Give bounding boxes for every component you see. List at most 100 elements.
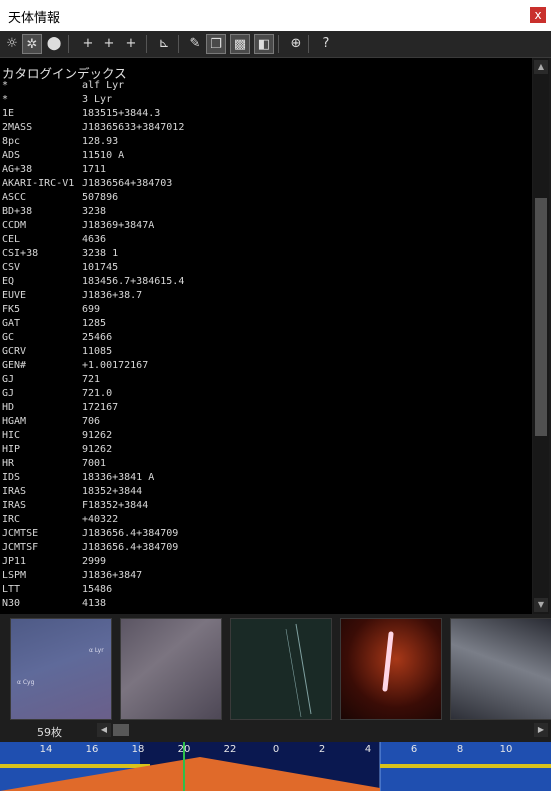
compass-icon[interactable]: ⊕ bbox=[286, 34, 306, 54]
catalog-key: HGAM bbox=[2, 416, 27, 427]
photo-count: 59枚 bbox=[37, 726, 62, 739]
catalog-value: 3238 1 bbox=[82, 248, 119, 259]
catalog-key: CSI+38 bbox=[2, 248, 39, 259]
scroll-down-button[interactable]: ▼ bbox=[534, 598, 548, 612]
catalog-value: J183656.4+384709 bbox=[82, 528, 179, 539]
catalog-value: 2999 bbox=[82, 556, 107, 567]
landscape-icon[interactable]: ▩ bbox=[230, 34, 250, 54]
title-bar: 天体情報 x bbox=[0, 0, 551, 32]
scroll-left-button[interactable]: ◀ bbox=[97, 723, 111, 737]
catalog-row: EUVE J1836+38.7 bbox=[0, 289, 532, 303]
catalog-row: N30 4138 bbox=[0, 597, 532, 611]
catalog-row: GJ 721.0 bbox=[0, 387, 532, 401]
toolbar-separator bbox=[308, 35, 309, 53]
toolbar-separator bbox=[278, 35, 279, 53]
crosshair-plus-icon[interactable]: + bbox=[99, 34, 119, 54]
thumbnail-label-alf-lyr: α Lyr bbox=[89, 647, 104, 654]
horizontal-scroll-thumb[interactable] bbox=[113, 724, 129, 736]
catalog-value: 3 Lyr bbox=[82, 94, 113, 105]
catalog-key: * bbox=[2, 94, 9, 105]
close-button[interactable]: x bbox=[530, 7, 546, 23]
catalog-value: +1.00172167 bbox=[82, 360, 149, 371]
catalog-row: IDS 18336+3841 A bbox=[0, 471, 532, 485]
vertical-scrollbar[interactable]: ▲ ▼ bbox=[533, 58, 549, 614]
target-x-icon[interactable]: ✲ bbox=[22, 34, 42, 54]
scroll-right-button[interactable]: ▶ bbox=[534, 723, 548, 737]
catalog-key: HIC bbox=[2, 430, 21, 441]
catalog-value: J1836564+384703 bbox=[82, 178, 173, 189]
catalog-key: HIP bbox=[2, 444, 21, 455]
catalog-key: N30 bbox=[2, 598, 21, 609]
catalog-value: +40322 bbox=[82, 514, 119, 525]
sky-photo-1[interactable]: α Lyr α Cyg bbox=[10, 618, 112, 720]
catalog-key: AG+38 bbox=[2, 164, 33, 175]
catalog-row: CSV 101745 bbox=[0, 261, 532, 275]
catalog-row: LTT 15486 bbox=[0, 583, 532, 597]
catalog-key: IRAS bbox=[2, 500, 27, 511]
catalog-value: 706 bbox=[82, 416, 101, 427]
catalog-value: 4138 bbox=[82, 598, 107, 609]
sun-icon[interactable]: ☼ bbox=[2, 34, 22, 54]
catalog-row: EQ 183456.7+384615.4 bbox=[0, 275, 532, 289]
scroll-up-button[interactable]: ▲ bbox=[534, 60, 548, 74]
hour-label: 20 bbox=[177, 744, 191, 755]
catalog-value: 15486 bbox=[82, 584, 113, 595]
catalog-key: HR bbox=[2, 458, 15, 469]
catalog-key: EUVE bbox=[2, 290, 27, 301]
toolbar-separator bbox=[68, 35, 69, 53]
catalog-value: J18369+3847A bbox=[82, 220, 155, 231]
catalog-key: CEL bbox=[2, 234, 21, 245]
catalog-row: 2MASS J18365633+3847012 bbox=[0, 121, 532, 135]
time-altitude-timeline[interactable]: 14 16 18 20 22 0 2 4 6 8 10 bbox=[0, 742, 551, 791]
sky-photo-4[interactable] bbox=[340, 618, 442, 720]
catalog-value: 183515+3844.3 bbox=[82, 108, 161, 119]
catalog-value: J18365633+3847012 bbox=[82, 122, 185, 133]
catalog-list: * alf Lyr * 3 Lyr 1E 183515+3844.3 2MASS J18365… bbox=[0, 79, 532, 611]
catalog-key: FK5 bbox=[2, 304, 21, 315]
catalog-index-panel: カタログインデックス * alf Lyr * 3 Lyr 1E 183515+3844.3… bbox=[0, 58, 532, 614]
help-icon[interactable]: ? bbox=[316, 34, 336, 54]
panel-icon[interactable]: ◧ bbox=[254, 34, 274, 54]
hour-label: 10 bbox=[499, 744, 513, 755]
catalog-row: IRAS 18352+3844 bbox=[0, 485, 532, 499]
photo-strip: α Lyr α Cyg bbox=[0, 614, 551, 720]
pencil-icon[interactable]: ✎ bbox=[185, 34, 205, 54]
hour-label: 6 bbox=[410, 744, 418, 755]
windows-icon[interactable]: ❐ bbox=[206, 34, 226, 54]
catalog-value: F18352+3844 bbox=[82, 500, 149, 511]
catalog-key: JCMTSF bbox=[2, 542, 39, 553]
catalog-value: alf Lyr bbox=[82, 80, 125, 91]
catalog-row: LSPM J1836+3847 bbox=[0, 569, 532, 583]
catalog-row: FK5 699 bbox=[0, 303, 532, 317]
sky-photo-3[interactable] bbox=[230, 618, 332, 720]
catalog-row: GAT 1285 bbox=[0, 317, 532, 331]
catalog-value: 18336+3841 A bbox=[82, 472, 155, 483]
catalog-key: GCRV bbox=[2, 346, 27, 357]
track-line-right bbox=[380, 764, 551, 768]
catalog-row: GCRV 11085 bbox=[0, 345, 532, 359]
catalog-row: IRC +40322 bbox=[0, 513, 532, 527]
crosshair-star-icon[interactable]: + bbox=[121, 34, 141, 54]
catalog-value: 11510 A bbox=[82, 150, 125, 161]
catalog-row: CSI+38 3238 1 bbox=[0, 247, 532, 261]
palette-icon[interactable]: ⬤ bbox=[44, 34, 64, 54]
catalog-row: IRAS F18352+3844 bbox=[0, 499, 532, 513]
hour-label: 8 bbox=[456, 744, 464, 755]
crosshair-icon[interactable]: + bbox=[78, 34, 98, 54]
catalog-key: GAT bbox=[2, 318, 21, 329]
catalog-value: 101745 bbox=[82, 262, 119, 273]
catalog-key: 1E bbox=[2, 108, 15, 119]
sky-photo-2[interactable] bbox=[120, 618, 222, 720]
toolbar: ☼ ✲ ⬤ + + + ⊾ ✎ ❐ ▩ ◧ ⊕? bbox=[0, 31, 551, 58]
catalog-key: CCDM bbox=[2, 220, 27, 231]
catalog-row: 8pc 128.93 bbox=[0, 135, 532, 149]
catalog-key: ADS bbox=[2, 150, 21, 161]
sky-photo-5[interactable] bbox=[450, 618, 551, 720]
catalog-value: 183456.7+384615.4 bbox=[82, 276, 185, 287]
catalog-row: HR 7001 bbox=[0, 457, 532, 471]
catalog-value: 91262 bbox=[82, 444, 113, 455]
catalog-key: HD bbox=[2, 402, 15, 413]
catalog-value: 1711 bbox=[82, 164, 107, 175]
telescope-icon[interactable]: ⊾ bbox=[154, 34, 174, 54]
scroll-thumb[interactable] bbox=[535, 198, 547, 436]
